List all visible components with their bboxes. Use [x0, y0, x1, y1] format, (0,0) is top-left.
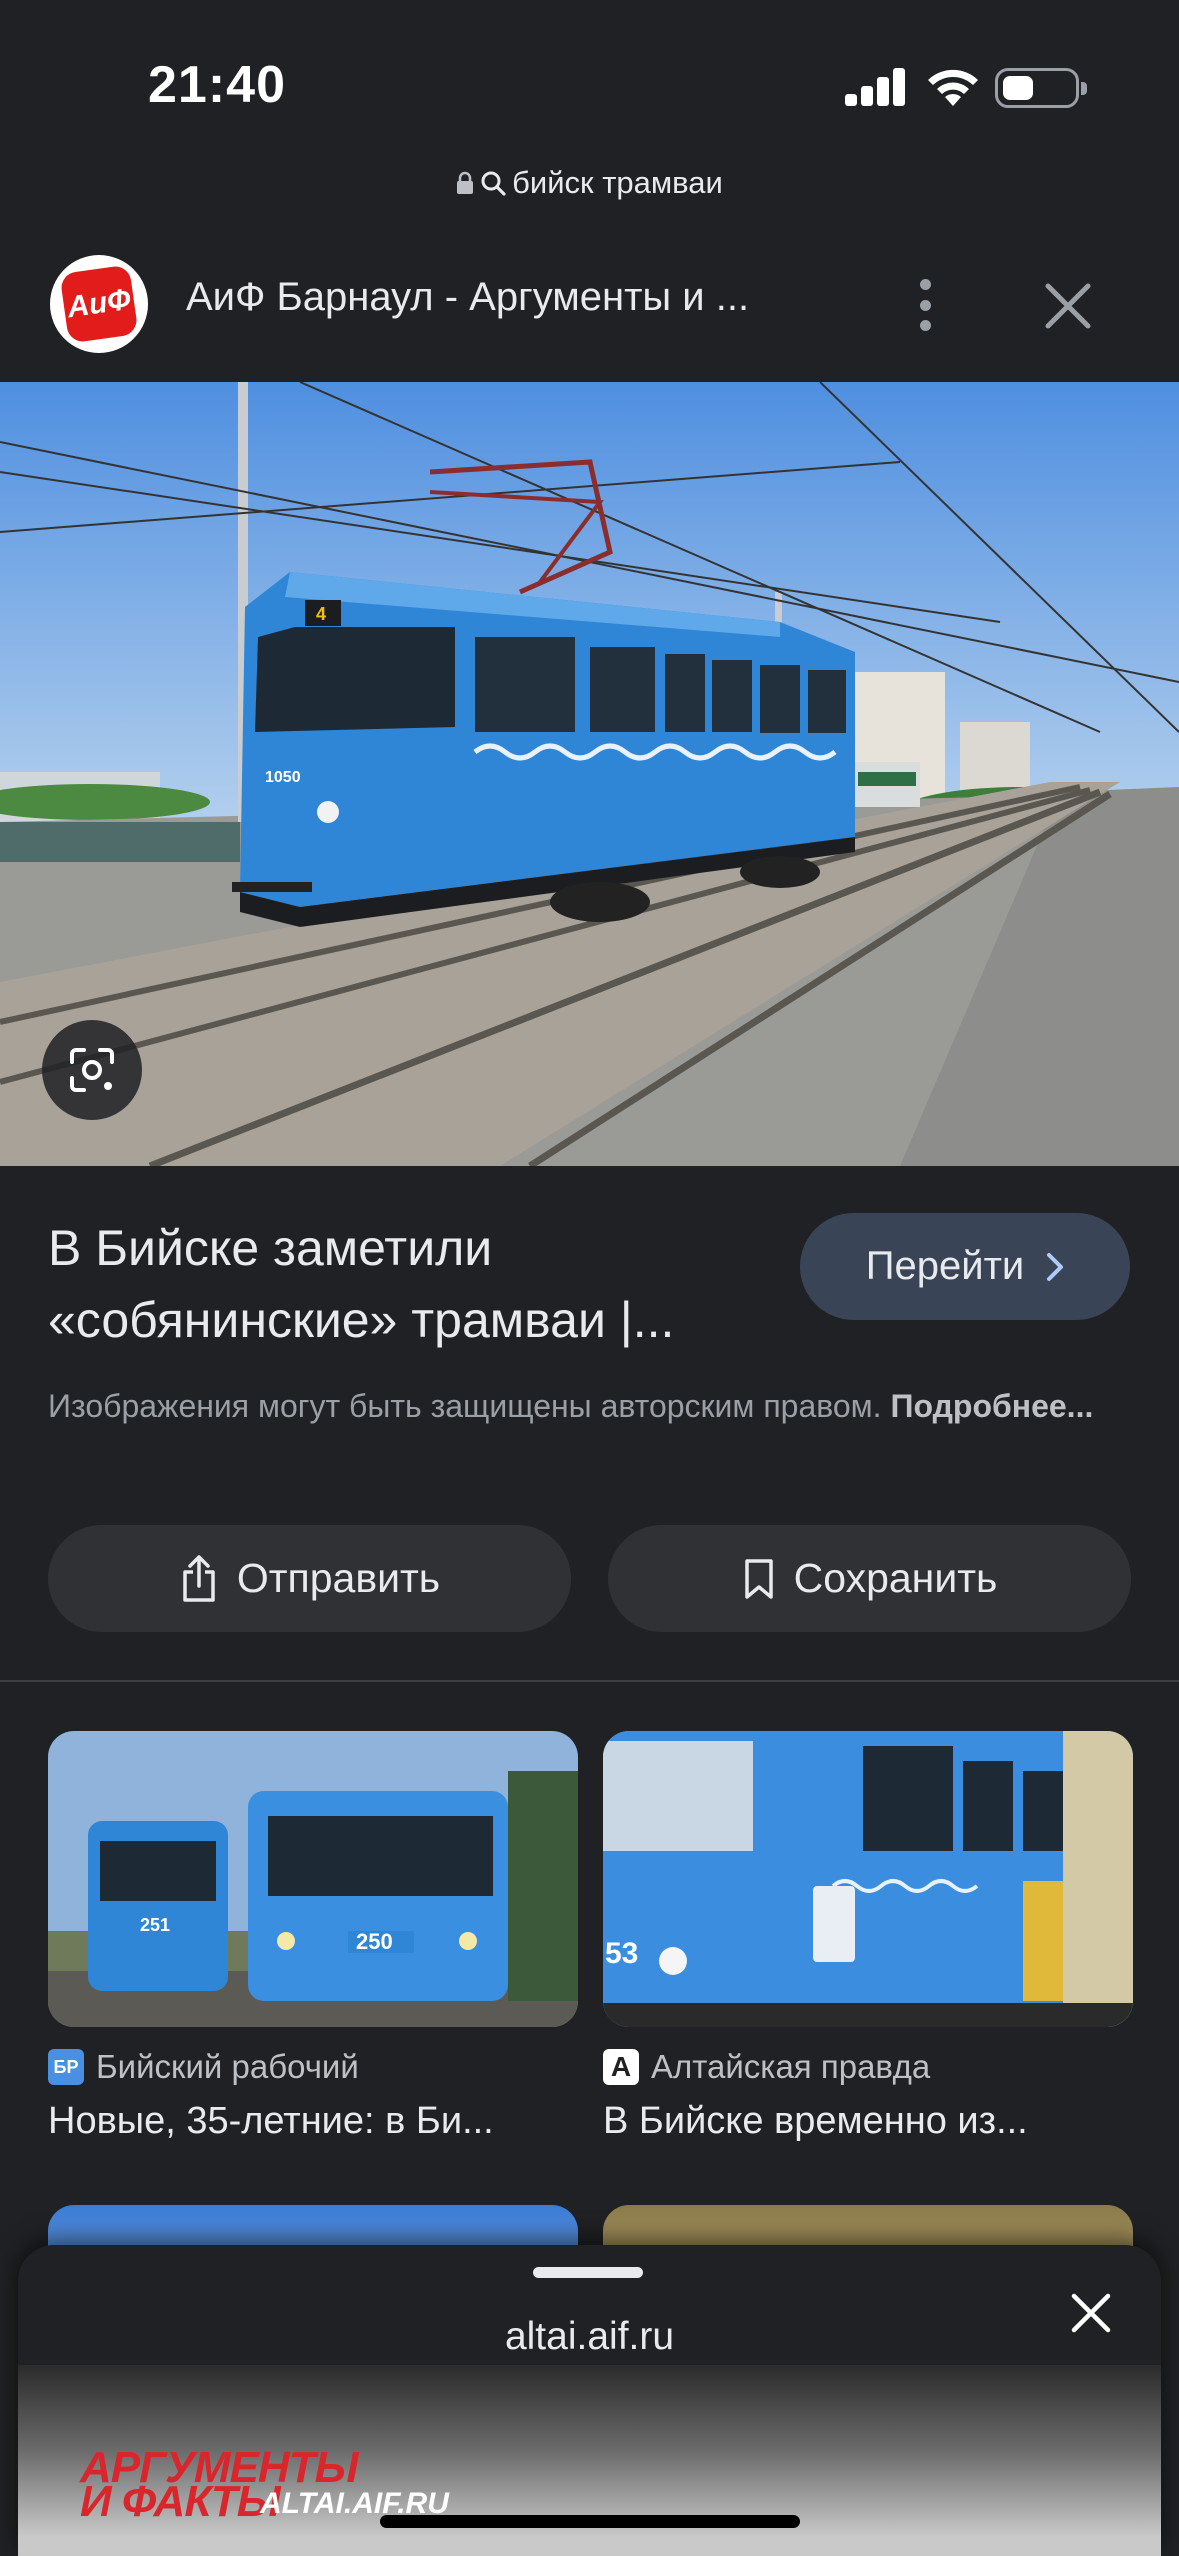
related-source-1-name: Бийский рабочий	[96, 2048, 359, 2085]
related-2-tram-number: 53	[605, 1937, 638, 1970]
wifi-icon	[928, 69, 978, 106]
related-1-tram-number-right: 250	[356, 1929, 393, 1954]
visit-button-label: Перейти	[865, 1244, 1025, 1288]
related-1-tram-number-left: 251	[140, 1915, 170, 1935]
related-photo-2: 53	[603, 1731, 1133, 2027]
source-header: АиФ АиФ Барнаул - Аргументы и ...	[0, 245, 1179, 375]
copyright-notice: Изображения могут быть защищены авторски…	[48, 1382, 1108, 1430]
send-button-label: Отправить	[236, 1555, 441, 1601]
related-source-1-favicon: БР	[48, 2049, 84, 2085]
close-icon[interactable]	[1066, 2288, 1116, 2338]
related-source-2[interactable]: A Алтайская правда	[603, 2042, 930, 2092]
related-title-2[interactable]: В Бийске временно из...	[603, 2100, 1133, 2143]
save-button-label: Сохранить	[793, 1555, 998, 1601]
route-number: 4	[316, 604, 326, 624]
tram-number: 1050	[265, 769, 301, 786]
search-query: бийск трамваи	[512, 165, 723, 200]
related-title-1[interactable]: Новые, 35-летние: в Би...	[48, 2100, 578, 2143]
related-image-2[interactable]: 53	[603, 1731, 1133, 2027]
visit-button[interactable]: Перейти	[800, 1213, 1130, 1320]
divider	[0, 1680, 1179, 1682]
result-title-line-1: В Бийске заметили	[48, 1220, 493, 1276]
copyright-text: Изображения могут быть защищены авторски…	[48, 1388, 891, 1424]
related-source-2-name: Алтайская правда	[651, 2048, 931, 2085]
search-url-bar[interactable]: бийск трамваи	[0, 160, 1179, 206]
brand-logo-line-2: И ФАКТЫ	[80, 2477, 281, 2526]
close-icon[interactable]	[1040, 278, 1096, 334]
share-icon	[183, 1554, 215, 1602]
tram-photo: 1050 4	[0, 382, 1179, 1166]
cellular-signal-icon	[845, 66, 907, 106]
result-title: В Бийске заметили «собянинские» трамваи …	[48, 1212, 768, 1356]
sheet-drag-handle[interactable]	[533, 2267, 643, 2278]
bookmark-icon	[744, 1558, 773, 1599]
status-time: 21:40	[148, 56, 286, 114]
result-title-line-2: «собянинские» трамваи |...	[48, 1292, 675, 1348]
battery-icon	[995, 68, 1087, 108]
related-image-1[interactable]: 251 250	[48, 1731, 578, 2027]
site-logo-text: АиФ	[59, 264, 139, 344]
related-source-2-favicon: A	[603, 2049, 639, 2085]
chevron-right-icon	[1047, 1252, 1064, 1281]
lock-icon	[457, 171, 474, 194]
more-vert-icon[interactable]	[900, 275, 950, 335]
send-button[interactable]: Отправить	[48, 1525, 571, 1632]
lens-icon	[70, 1048, 114, 1092]
related-source-1[interactable]: БР Бийский рабочий	[48, 2042, 359, 2092]
home-indicator[interactable]	[380, 2515, 800, 2528]
save-button[interactable]: Сохранить	[608, 1525, 1131, 1632]
sheet-domain: altai.aif.ru	[504, 2315, 675, 2358]
status-bar: 21:40	[0, 0, 1179, 150]
learn-more-link[interactable]: Подробнее...	[890, 1388, 1093, 1424]
search-icon	[481, 171, 506, 196]
related-photo-1: 251 250	[48, 1731, 578, 2027]
source-title[interactable]: АиФ Барнаул - Аргументы и ...	[186, 275, 826, 320]
lens-button[interactable]	[42, 1020, 142, 1120]
main-image[interactable]: 1050 4	[0, 382, 1179, 1166]
site-logo[interactable]: АиФ	[50, 255, 148, 353]
site-preview-sheet[interactable]: altai.aif.ru АРГУМЕНТЫ И ФАКТЫ ALTAI.AIF…	[18, 2245, 1161, 2556]
